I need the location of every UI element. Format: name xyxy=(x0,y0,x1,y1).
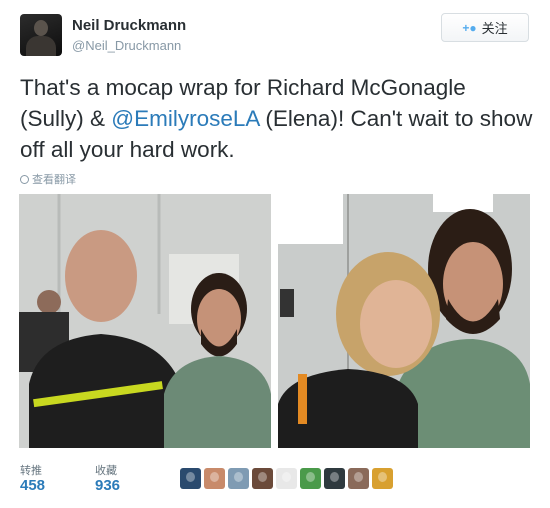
liker-avatar-head xyxy=(282,472,291,482)
tweet-photo-right[interactable] xyxy=(278,194,530,448)
tweet-photo-left[interactable] xyxy=(19,194,271,448)
liker-avatar-head xyxy=(186,472,195,482)
liker-avatar-head xyxy=(378,472,387,482)
liker-avatar-head xyxy=(306,472,315,482)
liker-avatar-head xyxy=(258,472,267,482)
likes-count[interactable]: 936 xyxy=(95,477,120,494)
author-handle[interactable]: @Neil_Druckmann xyxy=(72,38,181,53)
liker-avatar[interactable] xyxy=(252,468,273,489)
author-avatar[interactable] xyxy=(20,14,62,56)
tweet-text: That's a mocap wrap for Richard McGonagl… xyxy=(20,72,535,165)
liker-avatar[interactable] xyxy=(204,468,225,489)
avatar-shoulders xyxy=(26,36,56,56)
liker-avatar[interactable] xyxy=(228,468,249,489)
translate-label: 查看翻译 xyxy=(32,174,76,186)
liker-avatars xyxy=(180,468,393,489)
photo-left-illustration xyxy=(19,194,271,448)
liker-avatar[interactable] xyxy=(348,468,369,489)
liker-avatar-head xyxy=(354,472,363,482)
mention-link[interactable]: @EmilyroseLA xyxy=(111,106,259,131)
liker-avatar-head xyxy=(210,472,219,482)
globe-icon xyxy=(20,174,29,184)
photo-right-illustration xyxy=(278,194,530,448)
follow-button-label: 关注 xyxy=(481,21,508,36)
liker-avatar-head xyxy=(234,472,243,482)
avatar-head xyxy=(34,20,48,36)
liker-avatar[interactable] xyxy=(324,468,345,489)
author-name[interactable]: Neil Druckmann xyxy=(72,17,186,34)
likes-label: 收藏 xyxy=(95,465,117,477)
liker-avatar[interactable] xyxy=(300,468,321,489)
liker-avatar[interactable] xyxy=(372,468,393,489)
follow-button[interactable]: +● 关注 xyxy=(441,13,529,42)
liker-avatar-head xyxy=(330,472,339,482)
liker-avatar[interactable] xyxy=(180,468,201,489)
retweets-count[interactable]: 458 xyxy=(20,477,45,494)
liker-avatar[interactable] xyxy=(276,468,297,489)
add-user-icon: +● xyxy=(462,20,477,35)
retweets-label: 转推 xyxy=(20,465,42,477)
translate-link[interactable]: 查看翻译 xyxy=(20,171,76,187)
